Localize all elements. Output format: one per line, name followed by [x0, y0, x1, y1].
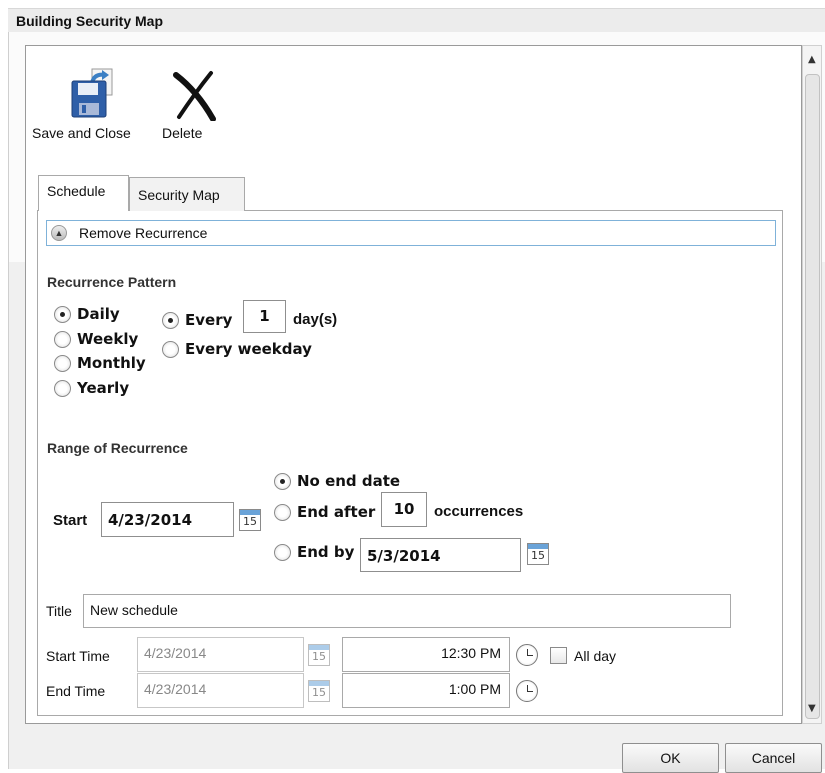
start-clock-icon[interactable] — [516, 644, 538, 666]
end-time-label: End Time — [46, 683, 106, 699]
radio-weekly-label: Weekly — [77, 330, 139, 348]
scrollbar-thumb[interactable] — [805, 74, 820, 719]
end-by-date-input[interactable]: 5/3/2014 — [360, 538, 521, 572]
start-calendar-icon[interactable]: 15 — [239, 509, 261, 531]
radio-every-circle[interactable] — [162, 311, 179, 329]
tab-schedule[interactable]: Schedule — [38, 175, 129, 211]
end-date-calendar-icon[interactable]: 15 — [308, 680, 330, 702]
every-days-input[interactable]: 1 — [243, 300, 286, 333]
radio-end-by-label: End by — [297, 543, 355, 561]
radio-every-n-days[interactable]: Every — [162, 311, 232, 329]
radio-weekday-label: Every weekday — [185, 340, 312, 358]
delete-button[interactable]: Delete — [162, 67, 226, 141]
x-delete-icon — [173, 71, 216, 122]
radio-monthly[interactable]: Monthly — [54, 354, 146, 372]
end-after-input[interactable]: 10 — [381, 492, 427, 527]
radio-monthly-label: Monthly — [77, 354, 146, 372]
start-date-input[interactable]: 4/23/2014 — [101, 502, 234, 537]
scroll-up-icon[interactable]: ▲ — [808, 54, 816, 65]
start-date-calendar-icon[interactable]: 15 — [308, 644, 330, 666]
radio-yearly-label: Yearly — [77, 379, 130, 397]
radio-end-by[interactable]: End by — [274, 543, 354, 561]
radio-end-by-circle[interactable] — [274, 543, 291, 561]
tab-schedule-label: Schedule — [47, 183, 106, 199]
delete-label: Delete — [162, 125, 203, 141]
radio-daily-circle[interactable] — [54, 305, 71, 323]
window-titlebar: Building Security Map — [8, 8, 825, 32]
radio-weekday-circle[interactable] — [162, 340, 179, 358]
all-day-label: All day — [574, 648, 617, 664]
title-label: Title — [46, 603, 72, 619]
radio-yearly-circle[interactable] — [54, 379, 71, 397]
days-unit-label: day(s) — [293, 311, 338, 328]
start-label: Start — [53, 512, 88, 529]
start-time-field[interactable]: 12:30 PM — [342, 637, 510, 672]
radio-every-weekday[interactable]: Every weekday — [162, 340, 312, 358]
radio-no-end-label: No end date — [297, 472, 401, 490]
radio-weekly[interactable]: Weekly — [54, 330, 138, 348]
remove-recurrence-toggle[interactable]: ▲ Remove Recurrence — [46, 220, 776, 246]
radio-yearly[interactable]: Yearly — [54, 379, 129, 397]
end-date-field[interactable]: 4/23/2014 — [137, 673, 304, 708]
title-input[interactable]: New schedule — [83, 594, 731, 628]
vertical-scrollbar[interactable]: ▲ ▼ — [802, 45, 822, 724]
radio-no-end-circle[interactable] — [274, 472, 291, 490]
radio-end-after-label: End after — [297, 503, 376, 521]
range-of-recurrence-heading: Range of Recurrence — [47, 440, 188, 456]
tab-security-map[interactable]: Security Map — [129, 177, 245, 211]
radio-weekly-circle[interactable] — [54, 330, 71, 348]
all-day-checkbox[interactable] — [550, 647, 567, 664]
radio-monthly-circle[interactable] — [54, 354, 71, 372]
end-by-calendar-icon[interactable]: 15 — [527, 543, 549, 565]
remove-recurrence-label: Remove Recurrence — [79, 225, 208, 241]
scroll-down-icon[interactable]: ▼ — [808, 703, 816, 714]
tab-security-map-label: Security Map — [138, 187, 220, 203]
save-and-close-label: Save and Close — [32, 125, 131, 141]
occurrences-label: occurrences — [434, 503, 524, 520]
radio-end-after-circle[interactable] — [274, 503, 291, 521]
start-time-label: Start Time — [46, 648, 110, 664]
save-and-close-button[interactable]: Save and Close — [32, 67, 150, 141]
recurrence-pattern-heading: Recurrence Pattern — [47, 274, 177, 290]
radio-end-after[interactable]: End after — [274, 503, 375, 521]
chevron-up-icon: ▲ — [51, 225, 67, 241]
start-date-field[interactable]: 4/23/2014 — [137, 637, 304, 672]
floppy-save-icon — [71, 68, 113, 118]
radio-every-label: Every — [185, 311, 233, 329]
window-title: Building Security Map — [16, 13, 164, 29]
radio-daily-label: Daily — [77, 305, 120, 323]
end-clock-icon[interactable] — [516, 680, 538, 702]
radio-no-end-date[interactable]: No end date — [274, 472, 400, 490]
radio-daily[interactable]: Daily — [54, 305, 120, 323]
end-time-field[interactable]: 1:00 PM — [342, 673, 510, 708]
